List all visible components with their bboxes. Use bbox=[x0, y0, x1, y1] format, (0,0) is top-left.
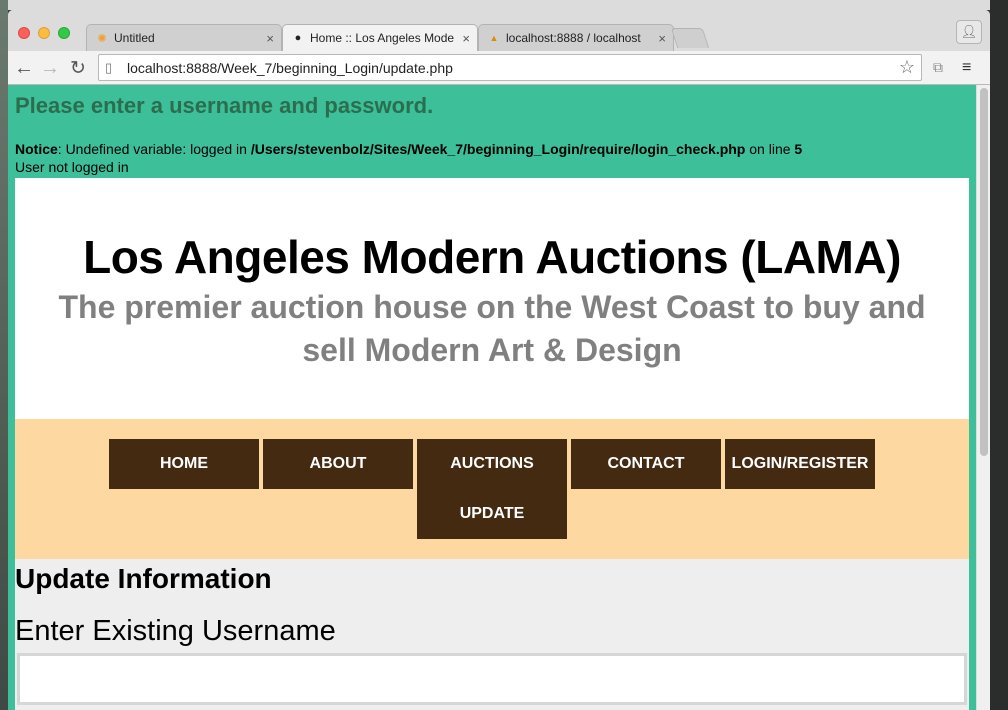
phpmyadmin-icon: ▲ bbox=[489, 33, 499, 43]
site-nav: HOME ABOUT AUCTIONS CONTACT LOGIN/REGIST… bbox=[15, 419, 969, 559]
notice-text: : Undefined variable: logged in bbox=[57, 141, 251, 157]
main-content: Update Information Enter Existing Userna… bbox=[15, 559, 969, 710]
url-text: localhost:8888/Week_7/beginning_Login/up… bbox=[127, 59, 453, 76]
tab-label: Home :: Los Angeles Mode bbox=[310, 31, 455, 45]
desktop-background-left bbox=[0, 0, 8, 710]
close-icon[interactable]: × bbox=[266, 31, 274, 46]
close-icon[interactable]: × bbox=[658, 31, 666, 46]
address-bar[interactable]: ▯ localhost:8888/Week_7/beginning_Login/… bbox=[98, 54, 922, 81]
window-close-button[interactable] bbox=[18, 27, 30, 39]
tab-label: Untitled bbox=[114, 31, 155, 45]
notice-line-text: on line bbox=[745, 141, 795, 157]
reload-button[interactable]: ↻ bbox=[66, 56, 90, 80]
scrollbar[interactable] bbox=[976, 85, 990, 710]
notice-line-number: 5 bbox=[794, 141, 803, 157]
tab-label: localhost:8888 / localhost bbox=[506, 31, 641, 45]
nav-home[interactable]: HOME bbox=[109, 439, 259, 489]
tab-untitled[interactable]: ✺ Untitled × bbox=[86, 24, 282, 51]
pinwheel-icon: ✺ bbox=[97, 32, 107, 45]
nav-contact[interactable]: CONTACT bbox=[571, 439, 721, 489]
profile-button[interactable]: 👤︎ bbox=[956, 20, 982, 44]
notice-label: Notice bbox=[15, 141, 58, 157]
browser-window: ✺ Untitled × ● Home :: Los Angeles Mode … bbox=[8, 10, 990, 710]
back-button[interactable]: ← bbox=[12, 56, 36, 80]
username-input[interactable] bbox=[17, 653, 967, 705]
site-subtitle: The premier auction house on the West Co… bbox=[58, 289, 926, 368]
github-icon: ● bbox=[294, 32, 302, 44]
tab-strip: ✺ Untitled × ● Home :: Los Angeles Mode … bbox=[8, 10, 990, 51]
update-heading: Update Information bbox=[15, 563, 272, 594]
desktop-background-right bbox=[990, 0, 1008, 710]
site-header: Los Angeles Modern Auctions (LAMA) The p… bbox=[15, 178, 969, 419]
nav-login-register[interactable]: LOGIN/REGISTER bbox=[725, 439, 875, 489]
not-logged-in-text: User not logged in bbox=[15, 159, 129, 175]
tab-phpmyadmin[interactable]: ▲ localhost:8888 / localhost × bbox=[478, 24, 674, 51]
page-icon: ▯ bbox=[105, 59, 113, 75]
php-notice: Notice: Undefined variable: logged in /U… bbox=[15, 141, 802, 157]
browser-toolbar: ← → ↻ ▯ localhost:8888/Week_7/beginning_… bbox=[8, 51, 990, 85]
person-icon: 👤︎ bbox=[960, 24, 978, 39]
extension-icon[interactable]: ⧉ bbox=[933, 59, 951, 77]
forward-button[interactable]: → bbox=[38, 56, 62, 80]
nav-update[interactable]: UPDATE bbox=[417, 489, 567, 539]
menu-icon[interactable]: ≡ bbox=[962, 59, 980, 77]
desktop-background bbox=[0, 0, 1008, 10]
tab-home-lama[interactable]: ● Home :: Los Angeles Mode × bbox=[282, 24, 478, 51]
window-minimize-button[interactable] bbox=[38, 27, 50, 39]
scrollbar-thumb[interactable] bbox=[980, 88, 988, 456]
new-tab-button[interactable] bbox=[670, 28, 710, 48]
username-label: Enter Existing Username bbox=[15, 615, 336, 647]
bookmark-star-icon[interactable]: ☆ bbox=[899, 57, 915, 78]
page-viewport: Please enter a username and password. No… bbox=[8, 85, 990, 710]
nav-about[interactable]: ABOUT bbox=[263, 439, 413, 489]
site-title: Los Angeles Modern Auctions (LAMA) bbox=[83, 231, 901, 283]
close-icon[interactable]: × bbox=[462, 31, 470, 46]
window-maximize-button[interactable] bbox=[58, 27, 70, 39]
notice-path: /Users/stevenbolz/Sites/Week_7/beginning… bbox=[250, 141, 746, 157]
login-message: Please enter a username and password. bbox=[15, 93, 434, 118]
